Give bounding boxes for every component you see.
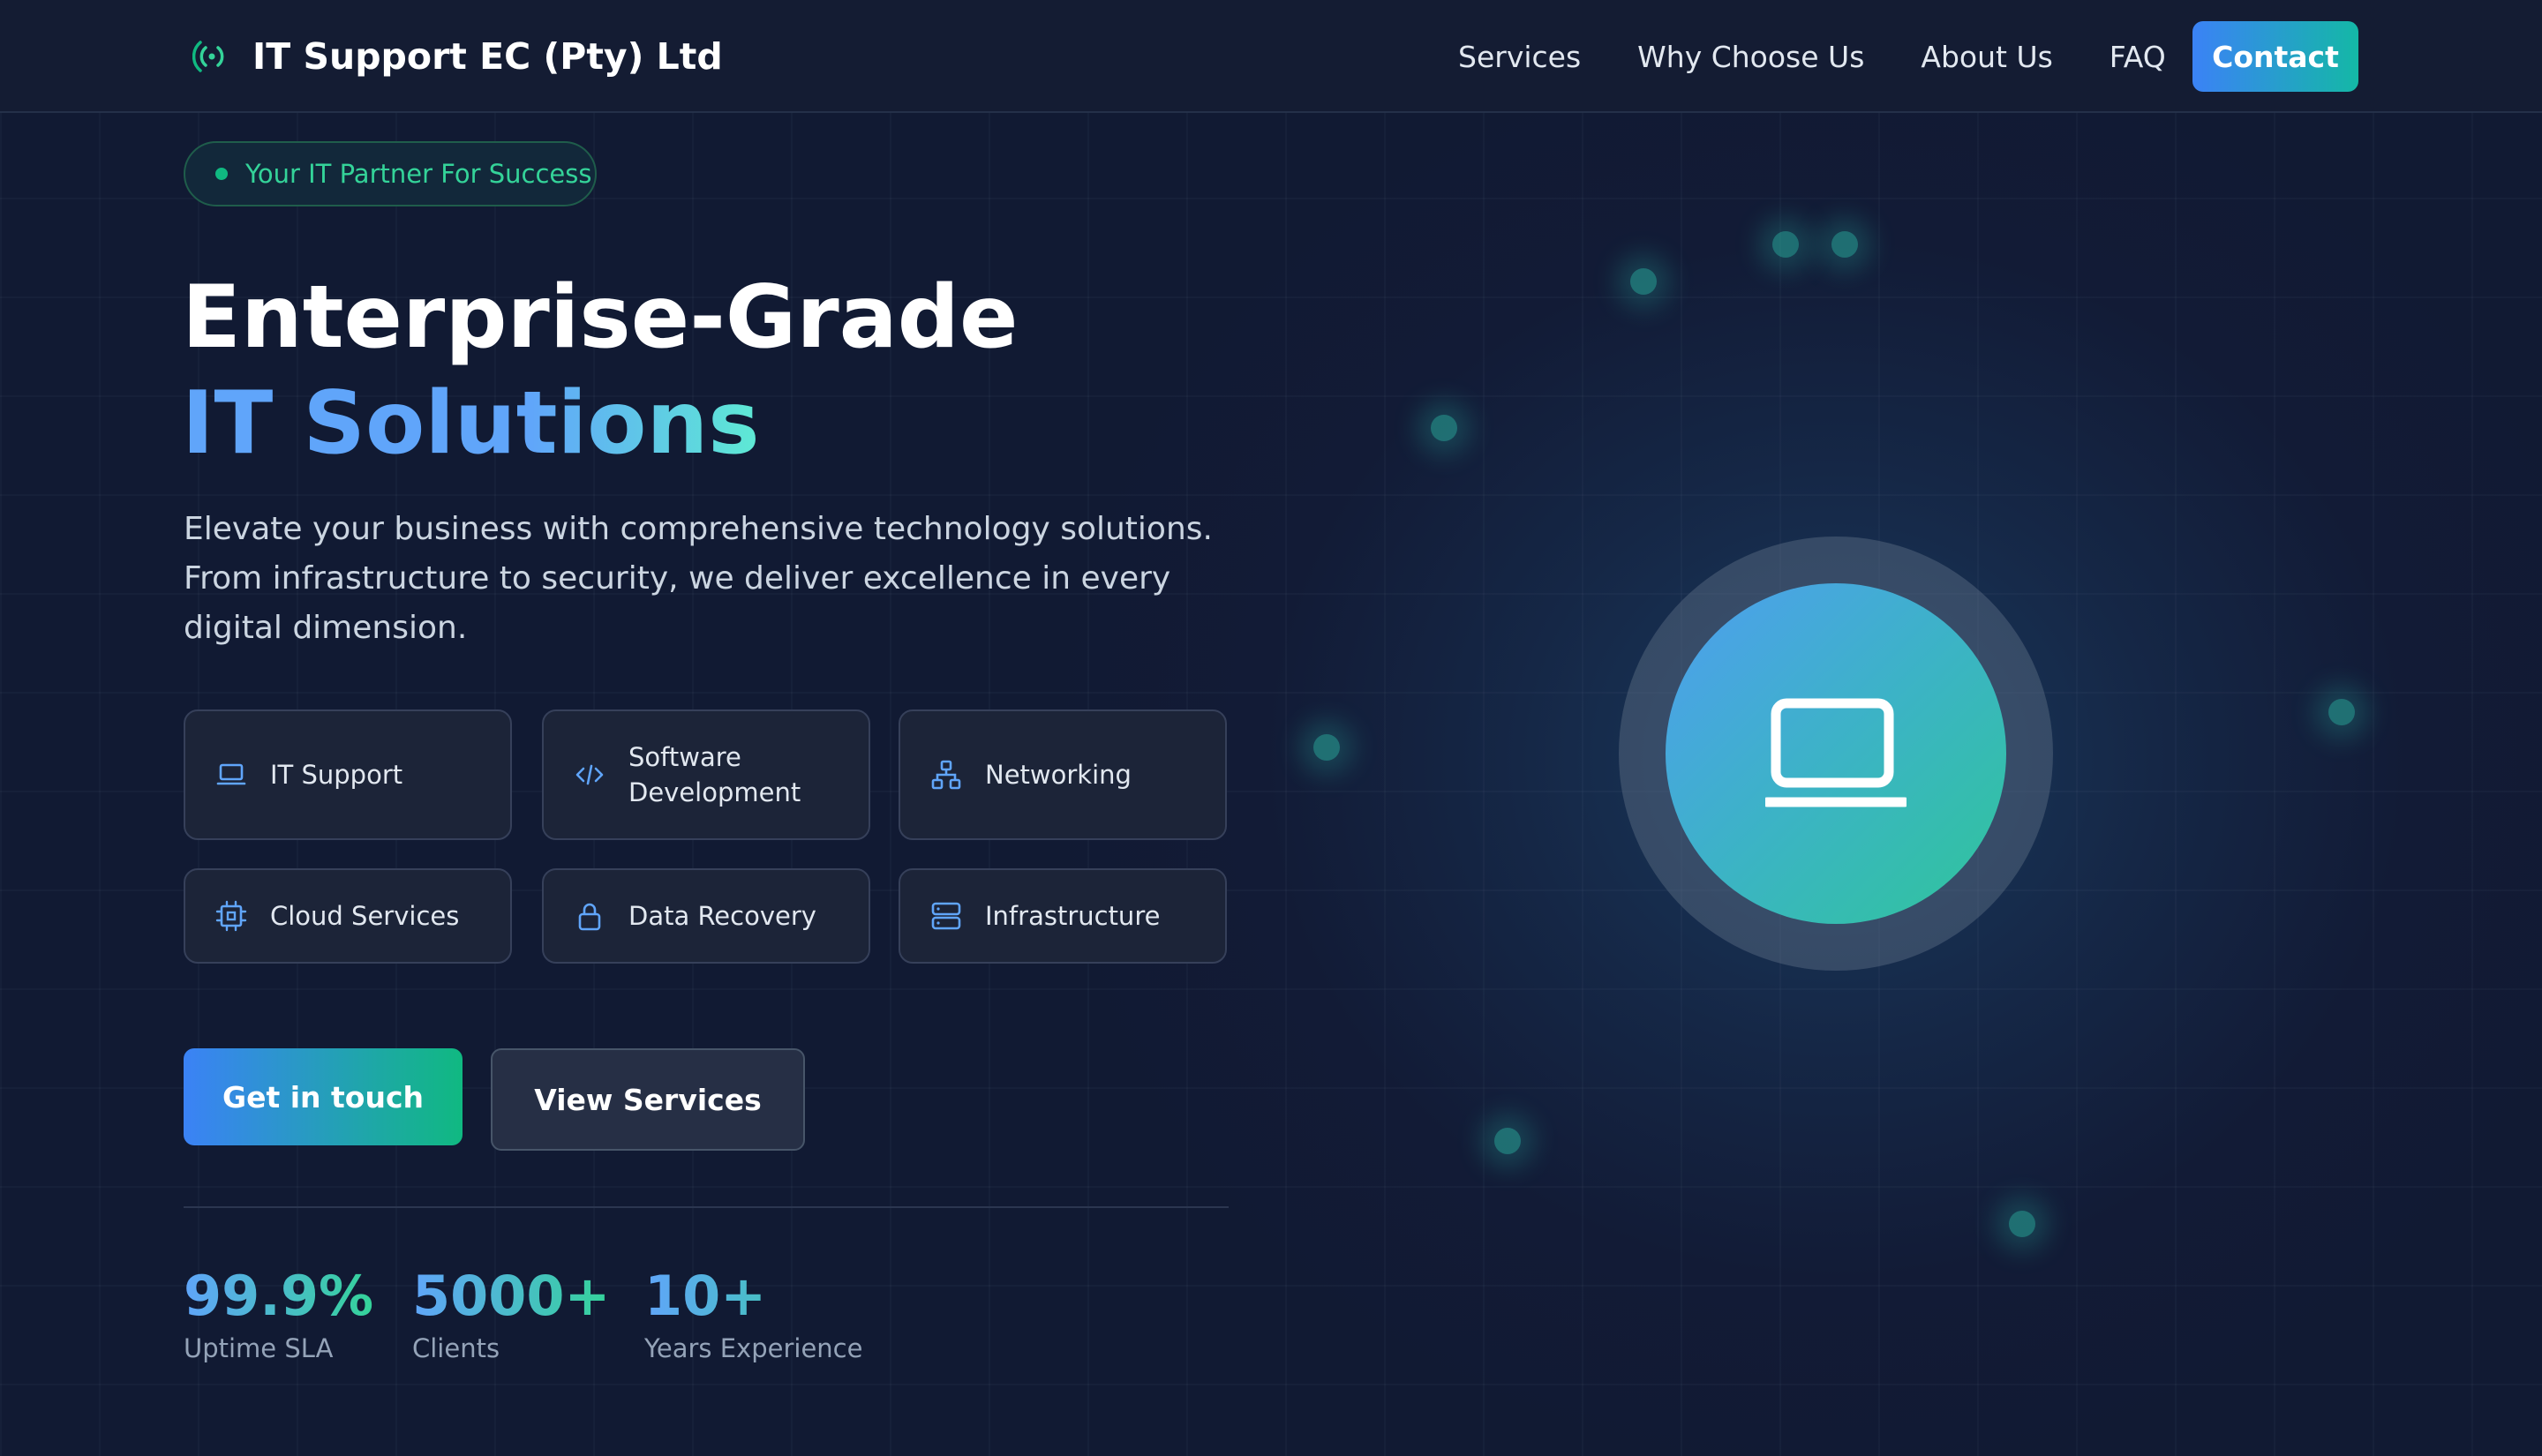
glow-orb: [2009, 1211, 2035, 1237]
nav-link-faq[interactable]: FAQ: [2110, 40, 2166, 74]
service-label: Software Development: [628, 742, 801, 807]
service-card-software-development[interactable]: Software Development: [542, 709, 870, 840]
signal-icon: [192, 41, 224, 72]
hero-badge: Your IT Partner For Success: [184, 141, 597, 206]
service-label: Networking: [985, 760, 1132, 790]
service-card-it-support[interactable]: IT Support: [184, 709, 512, 840]
laptop-icon: [216, 763, 246, 785]
service-card-networking[interactable]: Networking: [899, 709, 1227, 840]
code-icon: [575, 764, 604, 785]
service-card-infrastructure[interactable]: Infrastructure: [899, 868, 1227, 964]
stat-clients: 5000+ Clients: [412, 1262, 611, 1366]
nav-link-services[interactable]: Services: [1458, 40, 1581, 74]
nav-link-why-choose-us[interactable]: Why Choose Us: [1637, 40, 1864, 74]
status-dot: [215, 168, 228, 180]
brand-logo[interactable]: IT Support EC (Pty) Ltd: [192, 28, 723, 85]
hero-description: Elevate your business with comprehensive…: [184, 511, 1213, 646]
glow-orb: [1831, 231, 1858, 258]
glow-orb: [1630, 268, 1657, 295]
glow-orb: [2328, 699, 2355, 725]
stat-value: 99.9%: [184, 1262, 373, 1331]
get-in-touch-button[interactable]: Get in touch: [184, 1048, 463, 1145]
glow-orb: [1313, 734, 1340, 761]
contact-button[interactable]: Contact: [2192, 21, 2358, 92]
lock-icon: [578, 903, 601, 931]
service-card-cloud-services[interactable]: Cloud Services: [184, 868, 512, 964]
glow-orb: [1494, 1128, 1521, 1154]
service-card-data-recovery[interactable]: Data Recovery: [542, 868, 870, 964]
stat-label: Years Experience: [644, 1333, 863, 1363]
stat-value: 10+: [644, 1262, 862, 1331]
stat-uptime: 99.9% Uptime SLA: [184, 1262, 373, 1366]
navbar: IT Support EC (Pty) Ltd Services Why Cho…: [0, 0, 2542, 113]
stat-value: 5000+: [412, 1262, 611, 1331]
laptop-icon: [1765, 698, 1906, 807]
hero-title-line2: IT Solutions: [182, 371, 760, 477]
glow-orb: [1772, 231, 1799, 258]
view-services-button[interactable]: View Services: [491, 1048, 805, 1151]
service-label: IT Support: [270, 760, 403, 790]
stat-experience: 10+ Years Experience: [644, 1262, 862, 1366]
cpu-icon: [215, 900, 247, 932]
glow-orb: [1431, 415, 1457, 441]
nav-link-about-us[interactable]: About Us: [1921, 40, 2052, 74]
divider: [184, 1206, 1229, 1208]
stat-label: Uptime SLA: [184, 1333, 334, 1363]
brand-name: IT Support EC (Pty) Ltd: [252, 35, 723, 78]
nav-links: Services Why Choose Us About Us FAQ: [1458, 35, 2222, 78]
service-label: Infrastructure: [985, 901, 1161, 931]
service-label: Data Recovery: [628, 901, 816, 931]
server-icon: [931, 902, 961, 930]
hero-title-line1: Enterprise-Grade: [182, 267, 1019, 368]
network-icon: [931, 760, 961, 790]
stat-label: Clients: [412, 1333, 500, 1363]
hero-graphic-circle: [1666, 583, 2006, 924]
hero-badge-text: Your IT Partner For Success: [245, 159, 592, 189]
service-label: Cloud Services: [270, 901, 460, 931]
